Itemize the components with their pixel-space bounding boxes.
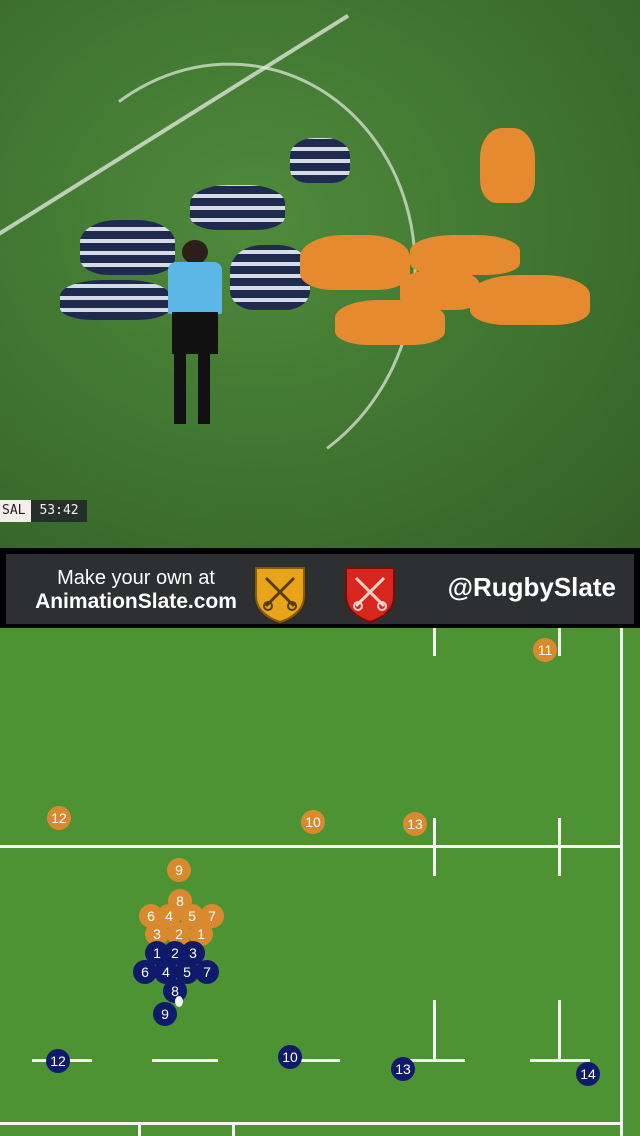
orange-player-token[interactable]: 10 [301,810,325,834]
fifteen-metre-dash [558,818,561,876]
orange-player [470,275,590,325]
promo-link[interactable]: AnimationSlate.com [16,590,256,614]
orange-player [410,235,520,275]
touchline [620,628,623,1136]
match-clock: 53:42 [31,500,87,522]
goal-post [138,1122,141,1136]
red-crest-icon [345,567,395,624]
five-metre-dash [558,1000,561,1062]
navy-player-token[interactable]: 7 [195,960,219,984]
promo-line-1: Make your own at [57,567,215,589]
orange-player-token[interactable]: 9 [167,858,191,882]
orange-player [300,235,410,290]
orange-player-token[interactable]: 11 [533,638,557,662]
goal-post [232,1122,235,1136]
navy-player-token[interactable]: 12 [46,1049,70,1073]
match-video[interactable]: SAL 53:42 [0,0,640,548]
navy-player-token[interactable]: 9 [153,1002,177,1026]
orange-player-token[interactable]: 13 [403,812,427,836]
navy-player [230,245,310,310]
orange-player [480,128,535,203]
ten-metre-dash [433,628,436,656]
five-metre-line-dash [405,1059,465,1062]
promo-text[interactable]: Make your own at AnimationSlate.com [16,566,256,614]
try-line [0,1122,620,1125]
promo-banner: Make your own at AnimationSlate.com @Rug… [0,548,640,628]
banner-panel: Make your own at AnimationSlate.com @Rug… [6,554,634,624]
scorebug-team: SAL [0,500,32,522]
orange-player [335,300,445,345]
navy-player [290,138,350,183]
navy-player-token[interactable]: 14 [576,1062,600,1086]
orange-player-token[interactable]: 12 [47,806,71,830]
ten-metre-dash [558,628,561,656]
tactics-board: 11 12 10 13 9 8 6 4 5 7 3 2 1 1 2 3 6 4 … [0,628,640,1136]
social-handle[interactable]: @RugbySlate [448,572,616,603]
navy-player [80,220,175,275]
five-metre-dash [433,1000,436,1062]
navy-player-token[interactable]: 10 [278,1045,302,1069]
gold-crest-icon [255,567,305,624]
five-metre-line-dash [530,1059,590,1062]
navy-player-token[interactable]: 13 [391,1057,415,1081]
navy-player [190,185,285,230]
navy-player [60,280,170,320]
scorebug: SAL 53:42 [0,500,87,522]
rugby-ball[interactable] [175,996,183,1007]
twenty-two-line [0,845,620,848]
referee [162,240,228,430]
fifteen-metre-dash [433,818,436,876]
five-metre-line-dash [152,1059,218,1062]
